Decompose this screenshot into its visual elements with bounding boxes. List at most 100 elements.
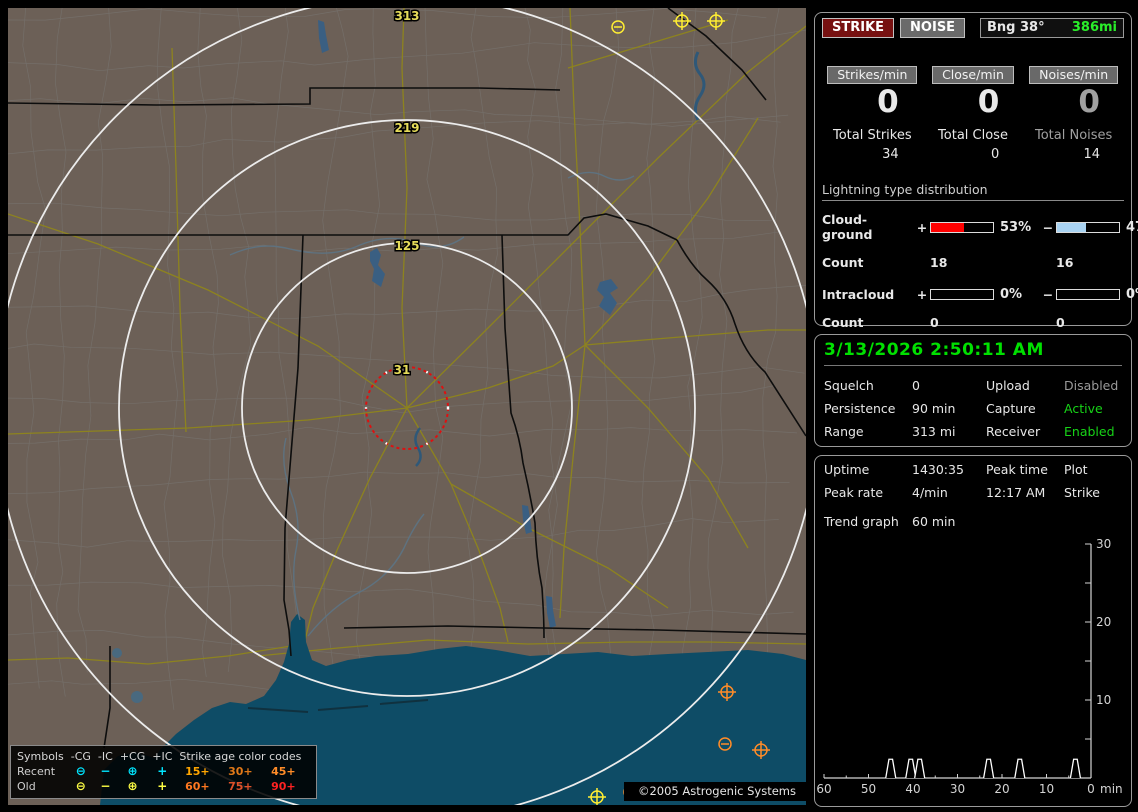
age-30: 30+ [228,765,253,778]
total-strikes-label: Total Strikes [833,128,912,143]
distance-value: 386mi [1071,20,1117,35]
recent-ncg-icon: ⊖ [75,764,86,778]
cg-count-label: Count [822,255,864,270]
legend-col-nic: -IC [97,750,113,763]
total-strikes-value: 34 [882,147,899,162]
recent-pcg-icon: ⊕ [127,764,138,778]
noise-mode-button[interactable]: NOISE [900,18,966,38]
intracloud-label: Intracloud [822,287,895,302]
svg-text:313: 313 [394,9,419,23]
svg-text:60: 60 [816,782,831,796]
trend-axes [824,544,1092,779]
cg-plus-pct: 53% [1000,219,1032,235]
svg-text:0: 0 [1087,782,1095,796]
age-45: 45+ [271,765,296,778]
cg-minus-pct: 47% [1126,219,1138,235]
legend-old-label: Old [17,780,36,793]
side-panel: STRIKE NOISE Bng 38° 386mi Strikes/min 0… [810,0,1138,812]
uptime-value: 1430:35 [912,462,964,477]
close-rate-value: 0 [977,84,1000,120]
bearing-distance-readout: Bng 38° 386mi [980,18,1124,38]
uptime-label: Uptime [824,462,870,477]
svg-text:219: 219 [394,121,419,135]
upload-label: Upload [986,378,1030,393]
persistence-label: Persistence [824,401,896,416]
bearing-value: Bng 38° [987,20,1045,35]
strikes-rate-value: 0 [877,84,899,120]
ic-count-label: Count [822,315,864,330]
strikes-counter: Strikes/min 0 Total Strikes 34 [822,64,923,162]
cg-plus-count: 18 [930,255,948,270]
strike-stats-box: STRIKE NOISE Bng 38° 386mi Strikes/min 0… [814,12,1138,330]
datetime-display: 3/13/2026 2:50:11 AM [824,340,1044,360]
strikes-per-min-button[interactable]: Strikes/min [827,66,918,84]
svg-text:min: min [1100,782,1123,796]
legend-recent-label: Recent [17,765,56,778]
capture-value: Active [1064,401,1103,416]
receiver-status-box: 3/13/2026 2:50:11 AM Squelch 0 Upload Di… [814,334,1132,447]
plus-sign2: + [916,287,928,302]
age-75: 75+ [228,780,253,793]
ic-minus-count: 0 [1056,315,1065,330]
old-pcg-icon: ⊕ [127,779,138,793]
peak-rate-label: Peak rate [824,485,884,500]
plot-mode-value[interactable]: Strike [1064,485,1122,500]
map-canvas: 313 219 125 31 [8,8,806,805]
age-60: 60+ [185,780,210,793]
svg-text:20: 20 [1096,615,1111,629]
old-ncg-icon: ⊖ [75,779,86,793]
map-legend: Symbols -CG -IC +CG +IC Strike age color… [10,745,318,799]
svg-text:31: 31 [394,363,411,377]
strike-map[interactable]: 313 219 125 31 Symbols -CG -IC +CG +IC Stri… [8,8,806,805]
minus-sign2: − [1042,287,1054,302]
peak-rate-value: 4/min [912,485,948,500]
distribution-title: Lightning type distribution [822,182,1124,201]
total-close-value: 0 [991,147,1000,162]
svg-text:30: 30 [1096,537,1111,551]
age-15: 15+ [185,765,210,778]
cg-plus-bar [930,221,994,233]
svg-text:50: 50 [861,782,876,796]
minus-sign: − [1042,219,1054,235]
old-nic-icon: − [100,779,111,793]
noises-rate-value: 0 [1078,84,1100,120]
upload-value: Disabled [1064,378,1119,393]
legend-col-pic: +IC [152,750,173,763]
plot-label: Plot [1064,462,1088,477]
peak-time-label: Peak time [986,462,1048,477]
capture-label: Capture [986,401,1036,416]
close-per-min-button[interactable]: Close/min [932,66,1014,84]
recent-pic-icon: + [157,764,168,778]
legend-symbols-header: Symbols [17,750,64,763]
cg-minus-count: 16 [1056,255,1074,270]
ic-minus-bar [1056,289,1120,300]
svg-text:10: 10 [1039,782,1054,796]
svg-text:40: 40 [905,782,920,796]
range-value: 313 mi [912,424,956,439]
noises-per-min-button[interactable]: Noises/min [1029,66,1119,84]
ic-plus-bar [930,289,994,300]
total-noises-value: 14 [1083,147,1100,162]
peak-time-value: 12:17 AM [986,485,1046,500]
svg-text:10: 10 [1096,693,1111,707]
recent-nic-icon: − [100,764,111,778]
receiver-value: Enabled [1064,424,1115,439]
app-window: 313 219 125 31 Symbols -CG -IC +CG +IC Stri… [0,0,1138,812]
svg-text:125: 125 [394,239,419,253]
persistence-value: 90 min [912,401,956,416]
total-close-label: Total Close [938,128,1008,143]
age-90: 90+ [271,780,296,793]
old-pic-icon: + [157,779,168,793]
total-noises-label: Total Noises [1034,128,1113,143]
svg-text:20: 20 [994,782,1009,796]
ic-plus-count: 0 [930,315,939,330]
close-counter: Close/min 0 Total Close 0 [923,64,1024,162]
trend-graph: 60 50 40 30 20 10 0 min 10 20 30 [815,518,1131,808]
legend-col-pcg: +CG [119,750,146,763]
ic-plus-pct: 0% [1000,287,1023,302]
strike-mode-button[interactable]: STRIKE [822,18,895,38]
range-label: Range [824,424,864,439]
squelch-value: 0 [912,378,920,393]
ic-minus-pct: 0% [1126,287,1138,302]
trend-box: Uptime 1430:35 Peak time Plot Peak rate … [814,455,1132,807]
